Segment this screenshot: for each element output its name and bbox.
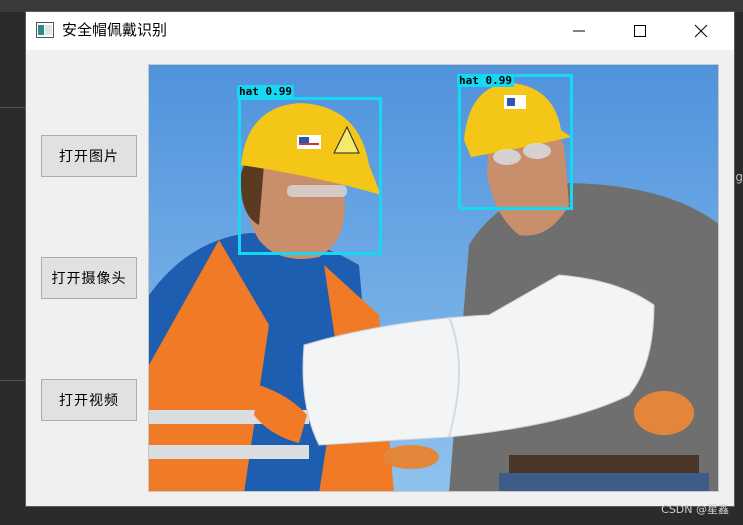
window-title: 安全帽佩戴识别 xyxy=(62,21,168,39)
background-line xyxy=(0,380,26,381)
detection-label: hat 0.99 xyxy=(237,85,294,98)
open-image-button[interactable]: 打开图片 xyxy=(41,135,137,177)
background-top-strip xyxy=(0,0,743,12)
detection-label: hat 0.99 xyxy=(457,74,514,87)
watermark-text: CSDN @星鑫 xyxy=(661,503,729,516)
detection-box xyxy=(458,74,573,210)
minimize-button[interactable] xyxy=(556,12,602,50)
background-line xyxy=(0,107,26,108)
app-window: 安全帽佩戴识别 打开图片 打开摄像头 打开视频 hat 0.99 hat 0.9… xyxy=(26,12,734,506)
construction-workers-photo xyxy=(149,65,718,491)
maximize-icon xyxy=(634,25,646,37)
title-bar[interactable]: 安全帽佩戴识别 xyxy=(26,12,734,50)
detection-image-display: hat 0.99 hat 0.99 xyxy=(148,64,719,492)
close-button[interactable] xyxy=(678,12,724,50)
app-window-icon xyxy=(36,22,54,38)
background-edge-text: g xyxy=(735,170,743,184)
minimize-icon xyxy=(573,30,585,32)
open-camera-button[interactable]: 打开摄像头 xyxy=(41,257,137,299)
maximize-button[interactable] xyxy=(617,12,663,50)
open-video-button[interactable]: 打开视频 xyxy=(41,379,137,421)
close-icon xyxy=(694,24,708,38)
detection-box xyxy=(238,97,382,255)
